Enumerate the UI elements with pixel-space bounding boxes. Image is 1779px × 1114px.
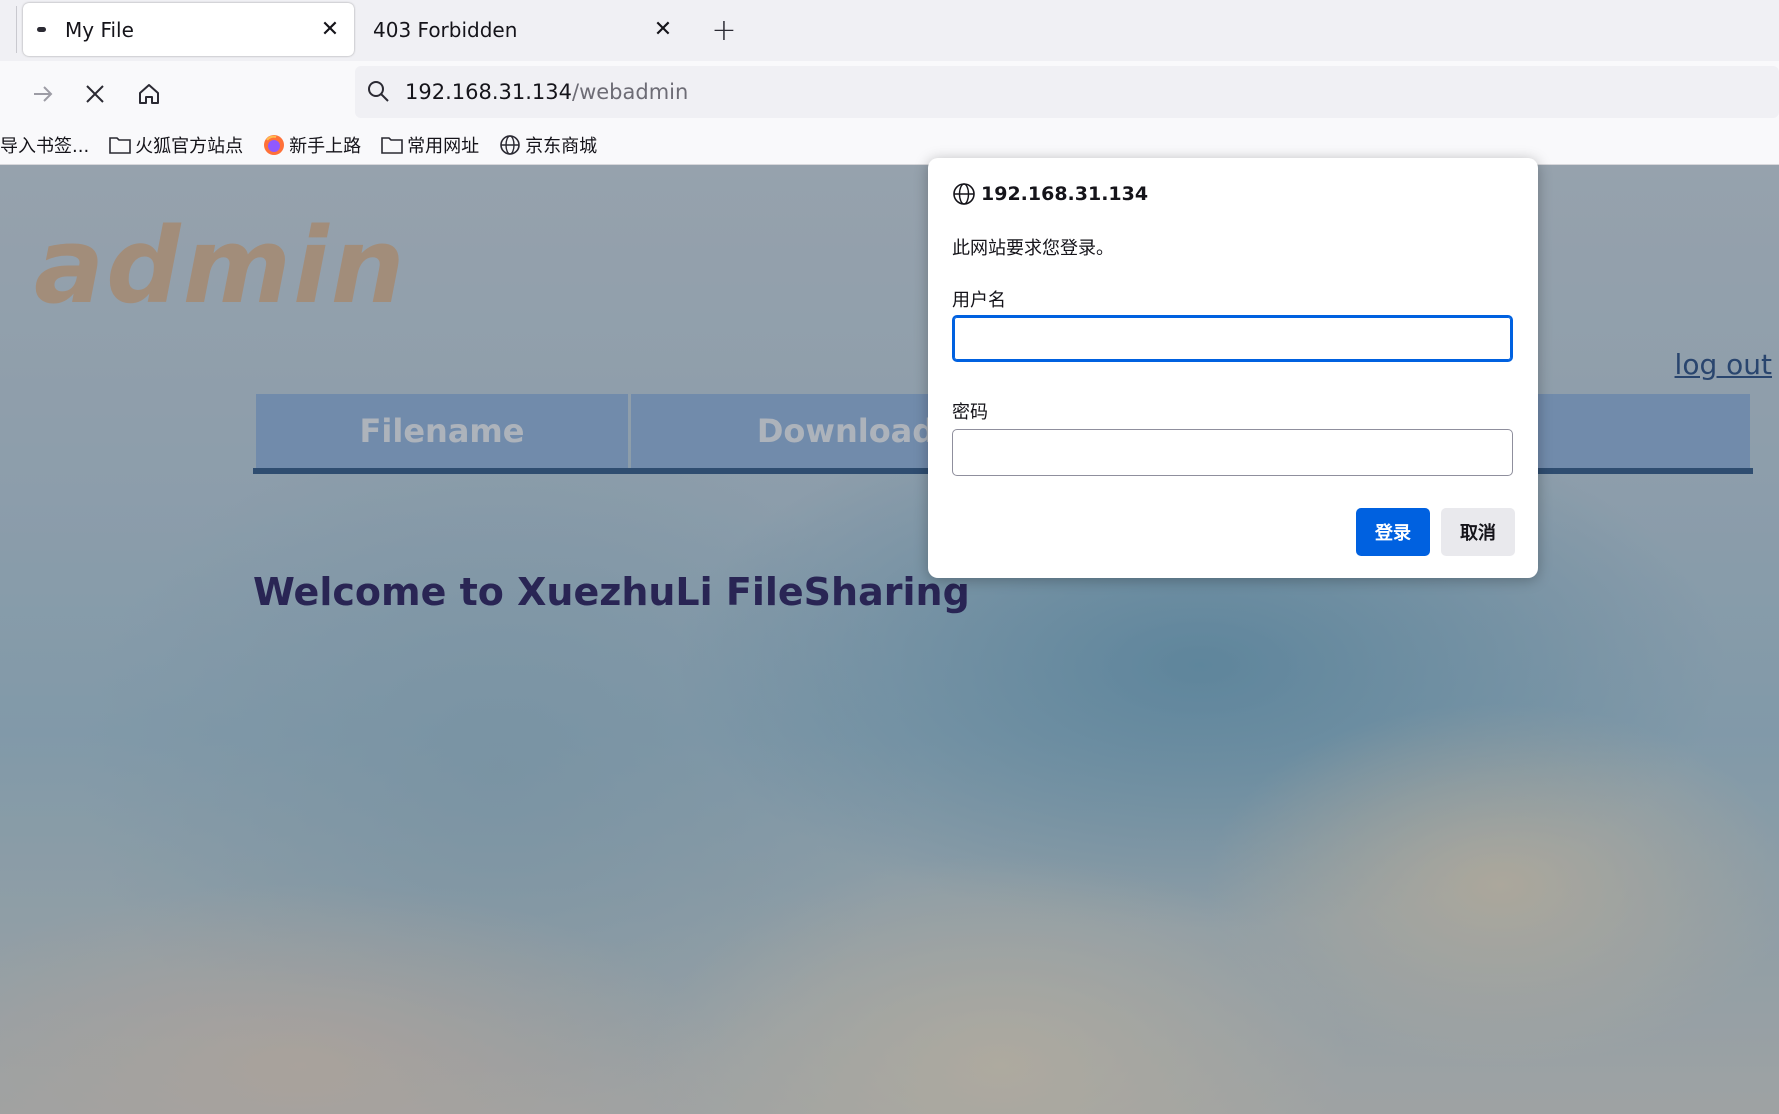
close-tab-icon[interactable]: ✕ [647, 14, 679, 46]
bookmark-label: 常用网址 [407, 136, 480, 157]
bookmark-jd-mall[interactable]: 京东商城 [499, 132, 597, 158]
stop-button[interactable] [76, 75, 114, 113]
login-button[interactable]: 登录 [1356, 508, 1430, 556]
bookmark-label: 导入书签... [0, 136, 90, 157]
tab-title: 403 Forbidden [373, 17, 518, 42]
dialog-origin-host: 192.168.31.134 [981, 183, 1149, 205]
username-input[interactable] [952, 315, 1513, 362]
password-label: 密码 [952, 402, 988, 423]
username-label: 用户名 [952, 290, 1006, 311]
bookmark-label: 火狐官方站点 [135, 136, 244, 157]
cancel-button[interactable]: 取消 [1441, 508, 1515, 556]
url-host: 192.168.31.134 [405, 80, 572, 104]
dialog-origin: 192.168.31.134 [952, 182, 1148, 206]
home-icon [139, 84, 159, 104]
bookmark-firefox-site[interactable]: 火狐官方站点 [109, 132, 243, 158]
search-icon [368, 81, 389, 102]
globe-icon [953, 183, 975, 205]
bookmark-import[interactable]: 导入书签... [0, 132, 89, 158]
dialog-message: 此网站要求您登录。 [952, 238, 1114, 259]
password-input[interactable] [952, 429, 1513, 476]
loading-favicon-icon [37, 27, 46, 32]
bookmark-label: 京东商城 [525, 136, 598, 157]
tab-bar: My File ✕ 403 Forbidden ✕ + [0, 0, 1779, 61]
tab-my-file[interactable]: My File ✕ [23, 3, 354, 56]
bookmark-label: 新手上路 [289, 136, 362, 157]
folder-icon [381, 137, 403, 154]
tab-strip-divider [16, 6, 17, 53]
navigation-toolbar: 192.168.31.134/webadmin [0, 61, 1779, 126]
bookmark-getting-started[interactable]: 新手上路 [263, 132, 361, 158]
folder-icon [109, 137, 131, 154]
close-tab-icon[interactable]: ✕ [314, 14, 346, 46]
auth-dialog: 192.168.31.134 此网站要求您登录。 用户名 密码 登录 取消 [928, 158, 1538, 578]
new-tab-button[interactable]: + [706, 12, 742, 48]
bookmark-common-sites[interactable]: 常用网址 [381, 132, 479, 158]
globe-icon [500, 135, 520, 155]
tab-403-forbidden[interactable]: 403 Forbidden ✕ [356, 3, 687, 56]
forward-button[interactable] [24, 75, 62, 113]
home-button[interactable] [130, 75, 168, 113]
arrow-right-icon [34, 86, 53, 102]
url-bar[interactable]: 192.168.31.134/webadmin [355, 66, 1779, 118]
tab-title: My File [65, 17, 134, 42]
firefox-icon [264, 135, 285, 155]
stop-x-icon [86, 85, 104, 103]
url-path: /webadmin [572, 80, 689, 104]
